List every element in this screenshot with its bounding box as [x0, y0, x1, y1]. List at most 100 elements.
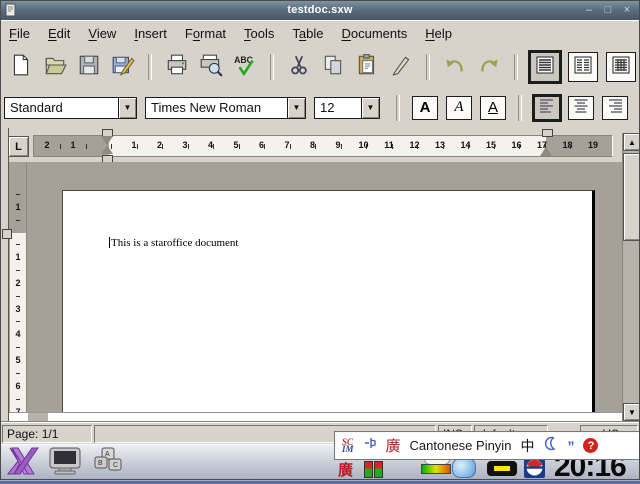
- align-center-icon: [571, 96, 591, 120]
- font-name-combo[interactable]: Times New Roman ▼: [145, 97, 306, 119]
- view-two-columns-button[interactable]: [568, 52, 598, 82]
- redo-button[interactable]: [473, 51, 505, 83]
- right-margin-marker[interactable]: [542, 129, 553, 137]
- font-size-value[interactable]: 12: [314, 97, 361, 119]
- menu-insert[interactable]: Insert: [125, 24, 176, 43]
- view-single-column-button[interactable]: [530, 52, 560, 82]
- menu-edit[interactable]: Edit: [39, 24, 79, 43]
- tray-ime-icon[interactable]: 廣: [338, 459, 353, 480]
- meter-icon[interactable]: [364, 461, 373, 478]
- bold-button[interactable]: A: [412, 96, 438, 120]
- battery-monitor-icon[interactable]: [487, 461, 517, 476]
- print-button[interactable]: [161, 51, 193, 83]
- x11-logo-icon[interactable]: [6, 446, 40, 481]
- ruler-tick: [16, 270, 20, 271]
- align-left-icon: [537, 96, 557, 120]
- copy-button[interactable]: [317, 51, 349, 83]
- menu-documents[interactable]: Documents: [333, 24, 417, 43]
- vertical-scrollbar[interactable]: ▲ ▼: [622, 133, 640, 421]
- font-size-combo[interactable]: 12 ▼: [314, 97, 380, 119]
- edit-file-icon: [111, 53, 135, 80]
- menu-format[interactable]: Format: [176, 24, 235, 43]
- horizontal-ruler[interactable]: 2112345678910111213141516171819: [33, 135, 613, 157]
- minimize-button-icon[interactable]: –: [583, 3, 595, 17]
- new-document-button[interactable]: [5, 51, 37, 83]
- view-two-columns-icon: [572, 54, 594, 79]
- ruler-number: 19: [588, 140, 598, 150]
- ruler-tick: [213, 144, 214, 149]
- new-document-icon: [9, 53, 33, 80]
- punctuation-icon[interactable]: ”: [567, 438, 574, 454]
- open-button[interactable]: [39, 51, 71, 83]
- chevron-down-icon[interactable]: ▼: [287, 97, 306, 119]
- open-icon: [43, 53, 67, 80]
- ime-language-icon[interactable]: 廣: [386, 435, 401, 456]
- right-indent-marker[interactable]: [540, 147, 552, 156]
- ruler-tick: [315, 144, 316, 149]
- undo-button[interactable]: [439, 51, 471, 83]
- pin-icon[interactable]: [363, 436, 377, 455]
- vertical-ruler[interactable]: 11234567: [10, 162, 27, 412]
- scroll-up-icon[interactable]: ▲: [623, 133, 640, 151]
- copy-icon: [321, 53, 345, 80]
- first-line-indent-marker[interactable]: [101, 136, 113, 145]
- hanging-indent-marker[interactable]: [101, 145, 113, 154]
- ruler-number: 10: [358, 140, 368, 150]
- align-center-button[interactable]: [568, 96, 594, 120]
- menu-file[interactable]: File: [0, 24, 39, 43]
- view-grid-button[interactable]: [606, 52, 636, 82]
- page-preview-button[interactable]: [195, 51, 227, 83]
- italic-button[interactable]: A: [446, 96, 472, 120]
- document-area: 11234567 This is a staroffice document: [9, 162, 622, 412]
- menu-view[interactable]: View: [79, 24, 125, 43]
- meter-icon[interactable]: [374, 461, 383, 478]
- align-right-button[interactable]: [602, 96, 628, 120]
- format-pen-button[interactable]: [385, 51, 417, 83]
- ruler-number: 2: [10, 278, 26, 288]
- align-left-button[interactable]: [534, 96, 560, 120]
- maximize-button-icon[interactable]: □: [602, 3, 614, 17]
- document-page[interactable]: This is a staroffice document: [62, 190, 595, 412]
- gradient-meter-icon[interactable]: [421, 464, 451, 474]
- ruler-tick: [519, 144, 520, 149]
- ruler-number: 15: [486, 140, 496, 150]
- toolbar-separator: [426, 54, 430, 80]
- toolbar-separator: [270, 54, 274, 80]
- paragraph-style-combo[interactable]: Standard ▼: [4, 97, 137, 119]
- chevron-down-icon[interactable]: ▼: [118, 97, 137, 119]
- edit-file-button[interactable]: [107, 51, 139, 83]
- ime-mode-icon[interactable]: 中: [520, 436, 534, 456]
- monitor-icon[interactable]: [46, 446, 84, 481]
- blue-app-icon[interactable]: [452, 458, 476, 478]
- ime-name[interactable]: Cantonese Pinyin: [410, 438, 512, 453]
- close-button-icon[interactable]: ×: [621, 3, 633, 17]
- top-margin-marker[interactable]: [2, 229, 12, 239]
- document-text[interactable]: This is a staroffice document: [111, 237, 238, 249]
- tab-stop-selector[interactable]: L: [8, 136, 29, 157]
- ruler-tick: [290, 144, 291, 149]
- chevron-down-icon[interactable]: ▼: [361, 97, 380, 119]
- scrollbar-thumb[interactable]: [623, 153, 640, 241]
- paragraph-style-value[interactable]: Standard: [4, 97, 118, 119]
- scroll-down-icon[interactable]: ▼: [623, 403, 640, 421]
- save-icon: [77, 53, 101, 80]
- help-icon[interactable]: ?: [583, 438, 598, 453]
- logo-ball-icon[interactable]: [524, 457, 545, 478]
- paste-button[interactable]: [351, 51, 383, 83]
- save-button[interactable]: [73, 51, 105, 83]
- keyboard-icon[interactable]: ABC: [90, 446, 126, 481]
- ruler-tick: [188, 144, 189, 149]
- spellcheck-button[interactable]: ABC: [229, 51, 261, 83]
- menu-help[interactable]: Help: [416, 24, 461, 43]
- fullwidth-moon-icon[interactable]: [543, 436, 558, 456]
- scim-input-panel[interactable]: SC IM 廣 Cantonese Pinyin 中 ” ?: [334, 431, 640, 460]
- ruler-tick: [16, 347, 20, 348]
- scim-logo-icon[interactable]: SC IM: [342, 439, 354, 453]
- cut-button[interactable]: [283, 51, 315, 83]
- ruler-tick: [264, 144, 265, 149]
- underline-button[interactable]: A: [480, 96, 506, 120]
- menu-tools[interactable]: Tools: [235, 24, 283, 43]
- menu-table[interactable]: Table: [283, 24, 332, 43]
- font-name-value[interactable]: Times New Roman: [145, 97, 287, 119]
- titlebar[interactable]: testdoc.sxw – □ ×: [0, 0, 640, 21]
